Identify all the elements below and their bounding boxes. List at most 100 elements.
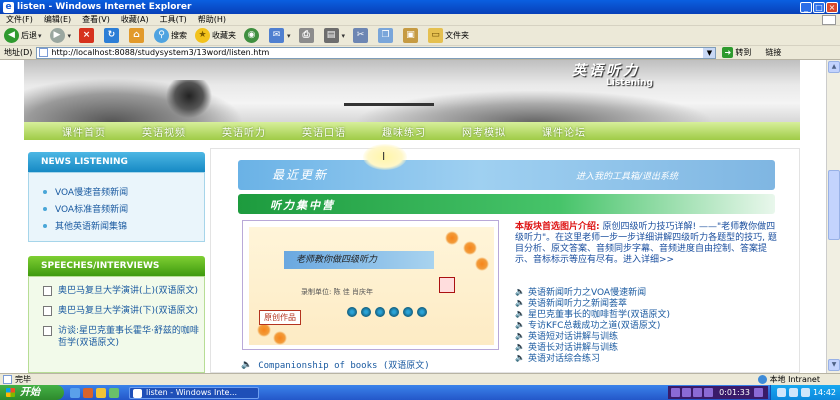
menu-help[interactable]: 帮助(H) [198, 14, 226, 25]
nav-forum[interactable]: 课件论坛 [542, 124, 586, 139]
nav-mock-exam[interactable]: 网考模拟 [462, 124, 506, 139]
quicklaunch-desktop-icon[interactable] [96, 387, 106, 398]
sidebar-item-label: VOA慢速音频新闻 [55, 188, 129, 198]
globe-icon [757, 375, 767, 384]
sidebar-item-voa-slow[interactable]: VOA慢速音频新闻 [29, 183, 204, 200]
clock: 14:42 [812, 388, 836, 397]
menu-edit[interactable]: 编辑(E) [44, 14, 71, 25]
go-arrow-icon: ➜ [722, 47, 734, 58]
play-icon[interactable] [671, 388, 681, 397]
speaker-icon: 🔈 [515, 330, 525, 340]
nav-video[interactable]: 英语视频 [142, 124, 186, 139]
minimize-button[interactable]: _ [800, 1, 812, 13]
feature-image[interactable]: 老师教你做四级听力 录制单位: 陈 佳 肖庆年 原创作品 [249, 227, 494, 345]
chevron-down-icon[interactable]: ▼ [703, 47, 716, 58]
nav-speaking[interactable]: 英语口语 [302, 124, 346, 139]
stop-icon[interactable] [682, 388, 692, 397]
quicklaunch-app-icon[interactable] [109, 387, 119, 398]
address-input[interactable]: http://localhost:8088/studysystem3/13wor… [36, 46, 717, 59]
vertical-scrollbar[interactable]: ▲ ▼ [826, 60, 840, 373]
decorative-dots [347, 307, 427, 317]
speaker-icon: 🔈 [241, 359, 253, 370]
maple-leaf-icon [463, 241, 477, 255]
tray-network-icon[interactable] [776, 388, 786, 397]
speech-item-starbucks[interactable]: 访谈:星巴克董事长霍华·舒兹的咖啡哲学(双语原文) [29, 325, 204, 349]
edit-button[interactable]: ▤ ▾ [323, 28, 346, 43]
nav-home[interactable]: 课件首页 [62, 124, 106, 139]
sidebar-item-label: VOA标准音频新闻 [55, 205, 129, 215]
cut-button[interactable]: ✂ [353, 28, 370, 43]
volume-icon[interactable] [753, 388, 763, 397]
menu-favorites[interactable]: 收藏(A) [121, 14, 149, 25]
companionship-link[interactable]: 🔈 Companionship of books (双语原文) [241, 358, 430, 372]
media-button[interactable]: ◉ [244, 28, 261, 43]
bullet-icon [43, 189, 47, 194]
text-cursor-icon: I [382, 150, 386, 163]
page-done-icon [3, 375, 12, 384]
intro-first[interactable]: 原创四级听力技巧详解! [602, 222, 696, 232]
refresh-button[interactable]: ↻ [104, 28, 121, 43]
scroll-thumb[interactable] [828, 170, 840, 240]
mail-button[interactable]: ✉ ▾ [269, 28, 291, 43]
window-title: listen - Windows Internet Explorer [17, 2, 192, 12]
search-button[interactable]: ⚲ 搜索 [154, 28, 187, 43]
next-icon[interactable] [704, 388, 714, 397]
menu-view[interactable]: 查看(V) [82, 14, 110, 25]
links-button[interactable]: 链接 [765, 47, 781, 58]
latest-updates-banner: 最近更新 进入我的工具箱/退出系统 [238, 160, 775, 190]
maple-leaf-icon [273, 331, 287, 345]
menu-tools[interactable]: 工具(T) [160, 14, 187, 25]
menu-bar: 文件(F) 编辑(E) 查看(V) 收藏(A) 工具(T) 帮助(H) [0, 14, 840, 26]
menu-file[interactable]: 文件(F) [6, 14, 33, 25]
folders-label: 文件夹 [445, 31, 470, 40]
maple-leaf-icon [475, 257, 489, 271]
address-label: 地址(D) [4, 48, 33, 57]
folders-button[interactable]: ▭ 文件夹 [428, 28, 469, 43]
sidebar-item-voa-standard[interactable]: VOA标准音频新闻 [29, 200, 204, 217]
quicklaunch-ie-icon[interactable] [70, 387, 80, 398]
favorites-button[interactable]: ★ 收藏夹 [195, 28, 236, 43]
feature-image-frame[interactable]: 老师教你做四级听力 录制单位: 陈 佳 肖庆年 原创作品 [242, 220, 499, 350]
favorites-label: 收藏夹 [212, 31, 237, 40]
feature-signature: 录制单位: 陈 佳 肖庆年 [301, 288, 374, 296]
forward-arrow-icon: ▶ [49, 28, 65, 43]
prev-icon[interactable] [693, 388, 703, 397]
focus-title: 听力集中营 [270, 199, 335, 212]
sidebar-item-other-news[interactable]: 其他英语新闻集锦 [29, 217, 204, 234]
speaker-icon: 🔈 [515, 286, 525, 296]
system-tray: 14:42 [769, 385, 840, 400]
paste-button[interactable]: ▣ [403, 28, 420, 43]
maximize-button[interactable]: □ [813, 1, 825, 13]
go-button[interactable]: ➜ 转到 [722, 47, 751, 58]
scroll-down-button[interactable]: ▼ [828, 359, 840, 371]
bullet-icon [43, 223, 47, 228]
tray-volume-icon[interactable] [788, 388, 798, 397]
sidebar-item-label: 其他英语新闻集锦 [55, 222, 128, 232]
nav-listening[interactable]: 英语听力 [222, 124, 266, 139]
start-button[interactable]: 开始 [0, 385, 64, 400]
speech-item-obama-2[interactable]: 奥巴马复旦大学演讲(下)(双语原文) [29, 305, 204, 317]
home-button[interactable]: ⌂ [129, 28, 146, 43]
nav-exercises[interactable]: 趣味练习 [382, 124, 426, 139]
scroll-up-button[interactable]: ▲ [828, 61, 840, 73]
stop-button[interactable]: × [79, 28, 96, 43]
seal-stamp-icon [439, 277, 455, 293]
site-banner: 英语听力 Listening [24, 60, 800, 122]
forward-button[interactable]: ▶ ▾ [49, 28, 71, 43]
quicklaunch-media-icon[interactable] [83, 387, 93, 398]
stop-icon: × [79, 28, 95, 43]
copy-button[interactable]: ❐ [378, 28, 395, 43]
tray-app-icon[interactable] [800, 388, 810, 397]
print-button[interactable]: ⎙ [298, 28, 316, 43]
close-button[interactable]: × [826, 1, 838, 13]
speech-item-obama-1[interactable]: 奥巴马复旦大学演讲(上)(双语原文) [29, 285, 204, 297]
list-item[interactable]: 🔈 英语对话综合练习 [515, 352, 777, 364]
toolbar: ◀ 后退 ▾ ▶ ▾ × ↻ ⌂ ⚲ 搜索 ★ 收藏夹 ◉ ✉ ▾ ⎙ ▤ ▾ … [0, 26, 840, 46]
dropdown-arrow-icon: ▾ [341, 31, 346, 40]
speech-item-label: 奥巴马复旦大学演讲(上)(双语原文) [58, 286, 199, 296]
feature-band: 老师教你做四级听力 [284, 251, 434, 269]
back-button[interactable]: ◀ 后退 ▾ [4, 28, 42, 43]
news-list: 🔈 英语新闻听力之VOA慢速新闻 🔈 英语新闻听力之新闻荟萃 🔈 星巴克董事长的咖啡哲… [515, 286, 777, 364]
toolbox-link[interactable]: 进入我的工具箱/退出系统 [576, 169, 678, 182]
taskbar-item-listen[interactable]: listen - Windows Inte... [129, 386, 259, 399]
